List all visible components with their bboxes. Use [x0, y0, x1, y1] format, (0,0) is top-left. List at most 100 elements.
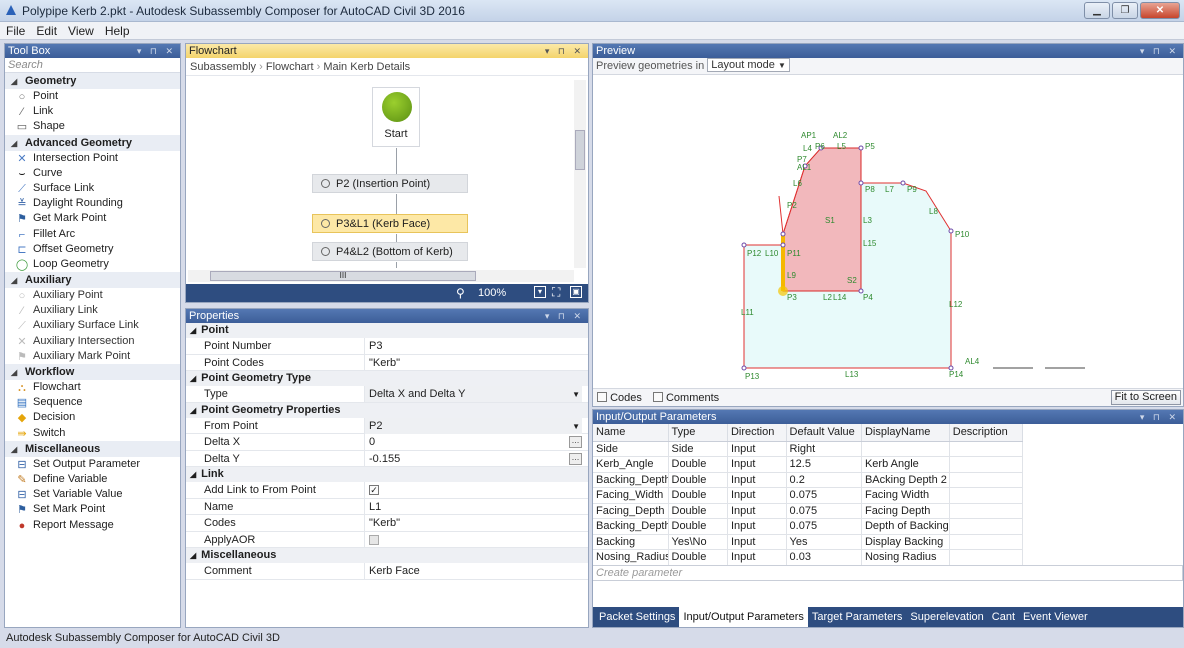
pane-controls[interactable]: ▾ ⊓ ✕	[1140, 44, 1179, 58]
table-cell[interactable]: Input	[727, 549, 787, 566]
category-workflow[interactable]: ◢ Workflow	[5, 364, 180, 380]
table-cell[interactable]: Kerb Angle	[861, 456, 950, 473]
tool-auxiliary-point[interactable]: ○ Auxiliary Point	[5, 288, 180, 303]
table-cell[interactable]	[949, 472, 1024, 488]
category-advanced-geometry[interactable]: ◢ Advanced Geometry	[5, 134, 180, 151]
table-cell[interactable]: Facing_Depth	[593, 503, 669, 519]
table-cell[interactable]: Backing_Depth	[593, 518, 669, 535]
table-cell[interactable]: 0.2	[786, 472, 862, 488]
category-miscellaneous[interactable]: ◢ Miscellaneous	[5, 440, 180, 457]
start-node[interactable]: Start	[372, 87, 420, 147]
tool-point[interactable]: ○ Point	[5, 89, 180, 104]
table-cell[interactable]: Double	[668, 518, 728, 535]
table-cell[interactable]: Input	[727, 487, 787, 504]
table-cell[interactable]: Display Backing	[861, 534, 950, 550]
horizontal-scrollbar[interactable]: III	[188, 270, 574, 282]
tool-daylight-rounding[interactable]: ≚ Daylight Rounding	[5, 196, 180, 211]
table-row[interactable]: Backing Yes\No Input Yes Display Backing	[593, 534, 1024, 550]
table-cell[interactable]: Input	[727, 441, 787, 457]
tab-event-viewer[interactable]: Event Viewer	[1019, 607, 1092, 627]
point-number-field[interactable]: P3	[364, 338, 582, 354]
tool-report-message[interactable]: ● Report Message	[5, 518, 180, 533]
table-cell[interactable]: 0.075	[786, 503, 862, 519]
breadcrumb-subassembly[interactable]: Subassembly	[190, 61, 256, 73]
tool-set-mark-point[interactable]: ⚑ Set Mark Point	[5, 502, 180, 517]
table-row[interactable]: Side Side Input Right	[593, 441, 1024, 457]
table-cell[interactable]: Input	[727, 518, 787, 535]
create-parameter-input[interactable]: Create parameter	[593, 565, 1183, 581]
codes-checkbox[interactable]	[597, 392, 607, 402]
tool-sequence[interactable]: ▤ Sequence	[5, 395, 180, 410]
table-cell[interactable]: Double	[668, 472, 728, 488]
tool-flowchart[interactable]: ⛬ Flowchart	[5, 380, 180, 395]
link-codes-field[interactable]: "Kerb"	[364, 515, 582, 531]
table-cell[interactable]: Right	[786, 441, 862, 457]
col-description[interactable]: Description	[949, 424, 1024, 442]
breadcrumb-main-kerb[interactable]: Main Kerb Details	[323, 61, 410, 73]
toolbox-search-input[interactable]: Search	[5, 58, 180, 73]
table-cell[interactable]	[949, 441, 1024, 457]
link-name-field[interactable]: L1	[364, 498, 582, 515]
col-default-value[interactable]: Default Value	[786, 424, 862, 442]
pane-controls[interactable]: ▾ ⊓ ✕	[1140, 410, 1179, 424]
point-codes-field[interactable]: "Kerb"	[364, 354, 582, 371]
table-cell[interactable]	[949, 456, 1024, 473]
table-cell[interactable]: Double	[668, 549, 728, 566]
overview-icon[interactable]: ▣	[570, 286, 582, 298]
table-cell[interactable]: Nosing Radius	[861, 549, 950, 566]
fit-to-screen-button[interactable]: Fit to Screen	[1110, 390, 1181, 405]
pane-controls[interactable]: ▾ ⊓ ✕	[545, 309, 584, 323]
table-cell[interactable]	[949, 518, 1024, 535]
add-link-checkbox[interactable]: ✓	[369, 485, 379, 495]
tool-get-mark-point[interactable]: ⚑ Get Mark Point	[5, 211, 180, 226]
vertical-scrollbar[interactable]	[574, 80, 586, 268]
table-cell[interactable]: 0.075	[786, 487, 862, 504]
menu-view[interactable]: View	[62, 22, 99, 38]
table-cell[interactable]	[949, 549, 1024, 566]
tool-auxiliary-link[interactable]: ⁄ Auxiliary Link	[5, 303, 180, 318]
col-direction[interactable]: Direction	[727, 424, 787, 442]
table-cell[interactable]: BAcking Depth 2	[861, 472, 950, 488]
table-cell[interactable]: Yes\No	[668, 534, 728, 550]
geometry-preview-canvas[interactable]: AP1 AL2 L4 P6 L5 P5 P7 AL1 L6 P8 L7 P9 P…	[593, 76, 1183, 389]
table-cell[interactable]: Nosing_Radius	[593, 549, 669, 566]
breadcrumb-flowchart[interactable]: Flowchart	[266, 61, 314, 73]
table-cell[interactable]: Side	[593, 441, 669, 457]
tool-loop-geometry[interactable]: ◯ Loop Geometry	[5, 257, 180, 272]
maximize-button[interactable]: ❐	[1112, 2, 1138, 19]
tool-intersection-point[interactable]: ✕ Intersection Point	[5, 151, 180, 166]
tab-superelevation[interactable]: Superelevation	[906, 607, 987, 627]
flow-node-p2[interactable]: P2 (Insertion Point)	[312, 174, 468, 193]
table-cell[interactable]: Double	[668, 503, 728, 519]
section-point[interactable]: ◢ Point	[186, 323, 588, 338]
table-row[interactable]: Facing_Width Double Input 0.075 Facing Width	[593, 487, 1024, 504]
table-cell[interactable]: 12.5	[786, 456, 862, 473]
minimize-button[interactable]: ▁	[1084, 2, 1110, 19]
type-dropdown[interactable]: Delta X and Delta Y ▼	[364, 386, 582, 402]
table-cell[interactable]: Input	[727, 534, 787, 550]
tool-curve[interactable]: ⌣ Curve	[5, 166, 180, 181]
table-cell[interactable]: Backing_Depth_Cc	[593, 472, 669, 488]
delta-y-field[interactable]: -0.155…	[364, 450, 582, 467]
tool-decision[interactable]: ◆ Decision	[5, 410, 180, 425]
menu-edit[interactable]: Edit	[30, 22, 62, 38]
table-cell[interactable]: Yes	[786, 534, 862, 550]
tool-set-variable-value[interactable]: ⊟ Set Variable Value	[5, 487, 180, 502]
delta-x-field[interactable]: 0…	[364, 434, 582, 450]
table-cell[interactable]: 0.075	[786, 518, 862, 535]
table-cell[interactable]: Double	[668, 456, 728, 473]
category-geometry[interactable]: ◢ Geometry	[5, 73, 180, 89]
tool-fillet-arc[interactable]: ⌐ Fillet Arc	[5, 227, 180, 242]
fit-icon[interactable]: ⛶	[552, 285, 560, 300]
col-name[interactable]: Name	[593, 424, 669, 442]
tool-surface-link[interactable]: ⟋ Surface Link	[5, 181, 180, 196]
category-auxiliary[interactable]: ◢ Auxiliary	[5, 272, 180, 289]
tool-set-output-parameter[interactable]: ⊟ Set Output Parameter	[5, 457, 180, 472]
table-cell[interactable]: Input	[727, 472, 787, 488]
tool-auxiliary-intersection[interactable]: ✕ Auxiliary Intersection	[5, 334, 180, 349]
zoom-menu-icon[interactable]: ▾	[534, 286, 546, 298]
tab-cant[interactable]: Cant	[988, 607, 1019, 627]
layout-mode-dropdown[interactable]: Layout mode ▼	[707, 58, 790, 72]
tool-auxiliary-mark-point[interactable]: ⚑ Auxiliary Mark Point	[5, 349, 180, 364]
ellipsis-button[interactable]: …	[569, 452, 582, 465]
